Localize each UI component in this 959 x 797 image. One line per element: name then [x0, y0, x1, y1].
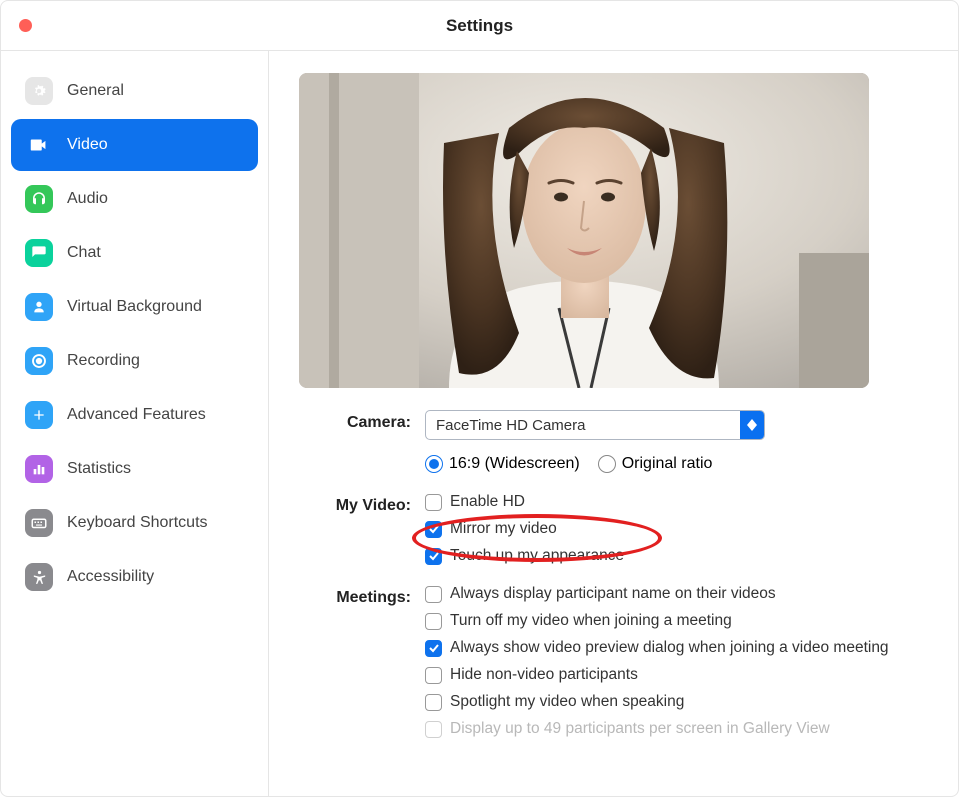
touch-up-checkbox[interactable]: Touch up my appearance [425, 547, 928, 565]
meetings-label: Meetings: [299, 585, 419, 738]
sidebar-label: Advanced Features [67, 406, 206, 424]
sidebar-label: Statistics [67, 460, 131, 478]
main-area: General Video Audio Chat [1, 51, 958, 796]
sidebar-item-chat[interactable]: Chat [11, 227, 258, 279]
checkbox-icon [425, 521, 442, 538]
hide-nonvideo-checkbox[interactable]: Hide non-video participants [425, 666, 928, 684]
checkbox-label: Display up to 49 participants per screen… [450, 720, 830, 738]
spotlight-checkbox[interactable]: Spotlight my video when speaking [425, 693, 928, 711]
plus-icon [25, 401, 53, 429]
checkbox-icon [425, 586, 442, 603]
checkbox-label: Touch up my appearance [450, 547, 624, 565]
sidebar-label: Video [67, 136, 108, 154]
radio-label: 16:9 (Widescreen) [449, 455, 580, 473]
close-window-button[interactable] [19, 19, 32, 32]
ratio-widescreen-radio[interactable]: 16:9 (Widescreen) [425, 455, 580, 473]
sidebar-label: Audio [67, 190, 108, 208]
checkbox-label: Spotlight my video when speaking [450, 693, 684, 711]
camera-label: Camera: [299, 410, 419, 473]
sidebar-item-advanced[interactable]: Advanced Features [11, 389, 258, 441]
camera-select[interactable]: FaceTime HD Camera [425, 410, 765, 440]
radio-icon [425, 455, 443, 473]
checkbox-label: Hide non-video participants [450, 666, 638, 684]
checkbox-icon [425, 721, 442, 738]
preview-dialog-checkbox[interactable]: Always show video preview dialog when jo… [425, 639, 928, 657]
gear-icon [25, 77, 53, 105]
content-panel: Camera: FaceTime HD Camera [269, 51, 958, 796]
sidebar-item-virtual-background[interactable]: Virtual Background [11, 281, 258, 333]
person-icon [25, 293, 53, 321]
checkbox-label: Always display participant name on their… [450, 585, 776, 603]
sidebar-label: Chat [67, 244, 101, 262]
enable-hd-checkbox[interactable]: Enable HD [425, 493, 928, 511]
video-icon [25, 131, 53, 159]
checkbox-label: Mirror my video [450, 520, 557, 538]
sidebar-label: Recording [67, 352, 140, 370]
checkbox-icon [425, 494, 442, 511]
checkbox-label: Turn off my video when joining a meeting [450, 612, 732, 630]
accessibility-icon [25, 563, 53, 591]
ratio-original-radio[interactable]: Original ratio [598, 455, 713, 473]
radio-label: Original ratio [622, 455, 713, 473]
headphones-icon [25, 185, 53, 213]
sidebar-item-statistics[interactable]: Statistics [11, 443, 258, 495]
camera-select-value: FaceTime HD Camera [426, 417, 740, 434]
mirror-video-checkbox[interactable]: Mirror my video [425, 520, 928, 538]
checkbox-icon [425, 694, 442, 711]
settings-window: Settings General Video Audio [0, 0, 959, 797]
checkbox-icon [425, 548, 442, 565]
chevron-updown-icon [740, 411, 764, 439]
sidebar-item-accessibility[interactable]: Accessibility [11, 551, 258, 603]
display-name-checkbox[interactable]: Always display participant name on their… [425, 585, 928, 603]
sidebar-item-keyboard[interactable]: Keyboard Shortcuts [11, 497, 258, 549]
checkbox-icon [425, 640, 442, 657]
checkbox-label: Always show video preview dialog when jo… [450, 639, 889, 657]
checkbox-icon [425, 613, 442, 630]
sidebar-item-recording[interactable]: Recording [11, 335, 258, 387]
sidebar-item-audio[interactable]: Audio [11, 173, 258, 225]
checkbox-icon [425, 667, 442, 684]
checkbox-label: Enable HD [450, 493, 525, 511]
titlebar: Settings [1, 1, 958, 51]
radio-icon [598, 455, 616, 473]
sidebar-item-general[interactable]: General [11, 65, 258, 117]
window-title: Settings [446, 16, 513, 36]
gallery-49-checkbox: Display up to 49 participants per screen… [425, 720, 928, 738]
sidebar-label: Keyboard Shortcuts [67, 514, 208, 532]
settings-grid: Camera: FaceTime HD Camera [299, 410, 928, 738]
turnoff-video-checkbox[interactable]: Turn off my video when joining a meeting [425, 612, 928, 630]
window-controls [19, 19, 32, 32]
sidebar-label: Accessibility [67, 568, 154, 586]
sidebar-item-video[interactable]: Video [11, 119, 258, 171]
myvideo-label: My Video: [299, 493, 419, 565]
video-preview [299, 73, 869, 388]
stats-icon [25, 455, 53, 483]
keyboard-icon [25, 509, 53, 537]
sidebar-label: General [67, 82, 124, 100]
sidebar: General Video Audio Chat [1, 51, 269, 796]
sidebar-label: Virtual Background [67, 298, 202, 316]
chat-icon [25, 239, 53, 267]
record-icon [25, 347, 53, 375]
